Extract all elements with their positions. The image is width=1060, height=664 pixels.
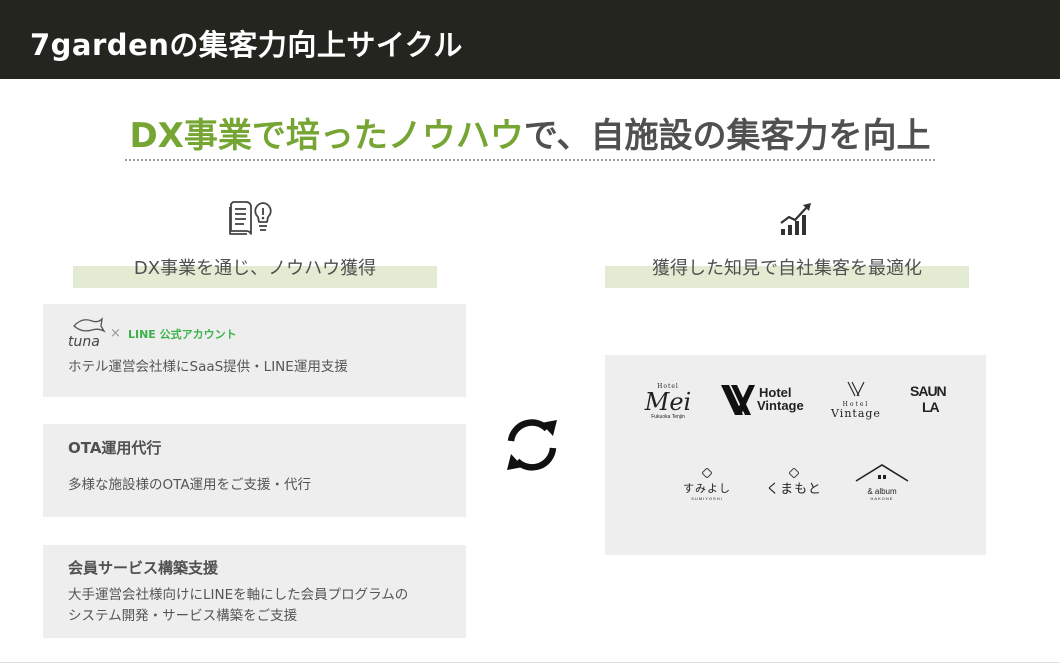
card-ota: OTA運用代行 多様な施設様のOTA運用をご支援・代行	[43, 424, 466, 517]
header-bar: 7gardenの集客力向上サイクル	[0, 0, 1060, 79]
sauna-logo: SAUN LA	[908, 383, 952, 423]
fish-icon	[73, 317, 106, 333]
hotel-vintage-thin-logo: Hotel Vintage	[827, 381, 885, 420]
sumiyoshi-logo-sub: SUMIYOSHI	[691, 496, 723, 501]
album-hakone-logo: & album HAKONE	[853, 463, 911, 501]
kumamoto-logo-main: くまもと	[766, 482, 822, 497]
album-logo-main: & album	[867, 487, 897, 496]
hotel-vintage-thin-main: Vintage	[831, 407, 881, 420]
kumamoto-logo: くまもと	[761, 463, 827, 498]
headline-gray-text: で、自施設の集客力を向上	[523, 116, 931, 156]
vintage-mark-icon	[721, 385, 755, 415]
page-title: 7gardenの集客力向上サイクル	[30, 28, 463, 62]
right-column-heading: 獲得した知見で自社集客を最適化	[605, 258, 969, 288]
card-membership: 会員サービス構築支援 大手運営会社様向けにLINEを軸にした会員プログラムの シ…	[43, 545, 466, 638]
card-line-saas-desc: ホテル運営会社様にSaaS提供・LINE運用支援	[68, 359, 348, 375]
card-ota-desc: 多様な施設様のOTA運用をご支援・代行	[68, 477, 312, 493]
headline-green-text: DX事業で培ったノウハウ	[129, 116, 524, 156]
card-ota-title: OTA運用代行	[68, 439, 162, 457]
kumamoto-crest-icon	[788, 467, 800, 479]
line-official-logo: LINE 公式アカウント	[128, 328, 237, 341]
headline: DX事業で培ったノウハウで、自施設の集客力を向上	[0, 108, 1060, 161]
cycle-arrows-icon	[500, 414, 564, 480]
left-column-heading: DX事業を通じ、ノウハウ獲得	[73, 258, 437, 288]
vintage-thin-mark-icon	[847, 381, 865, 397]
right-column-heading-text: 獲得した知見で自社集客を最適化	[652, 258, 922, 279]
sumiyoshi-logo-main: すみよし	[683, 482, 731, 495]
sauna-logo-line2: LA	[922, 399, 940, 415]
facility-logo-panel: Hotel Mei Fukuoka Tenjin Hotel Vintage H…	[605, 355, 986, 555]
sumiyoshi-logo: すみよし SUMIYOSHI	[675, 463, 739, 501]
headline-underline: DX事業で培ったノウハウで、自施設の集客力を向上	[125, 108, 935, 161]
times-symbol: ×	[110, 326, 121, 341]
sumiyoshi-crest-icon	[701, 467, 713, 479]
card-membership-desc-2: システム開発・サービス構築をご支援	[68, 608, 298, 624]
book-lightbulb-icon	[228, 198, 274, 242]
growth-chart-icon	[779, 201, 813, 241]
sauna-logo-line1: SAUN	[910, 383, 947, 399]
left-column-heading-text: DX事業を通じ、ノウハウ獲得	[133, 258, 377, 279]
hotel-mei-logo: Hotel Mei Fukuoka Tenjin	[639, 383, 697, 420]
hotel-mei-logo-main: Mei	[644, 388, 692, 416]
house-roof-icon	[855, 464, 909, 482]
hotel-vintage-logo: Hotel Vintage	[721, 383, 811, 419]
album-logo-sub: HAKONE	[870, 496, 894, 501]
footer-divider	[0, 662, 1060, 663]
tuna-logo-text: tuna	[68, 334, 100, 350]
card-membership-desc-1: 大手運営会社様向けにLINEを軸にした会員プログラムの	[68, 587, 409, 603]
card-membership-title: 会員サービス構築支援	[68, 559, 219, 577]
hotel-vintage-logo-line2: Vintage	[757, 398, 804, 413]
card-line-saas: tuna × LINE 公式アカウント ホテル運営会社様にSaaS提供・LINE…	[43, 304, 466, 397]
